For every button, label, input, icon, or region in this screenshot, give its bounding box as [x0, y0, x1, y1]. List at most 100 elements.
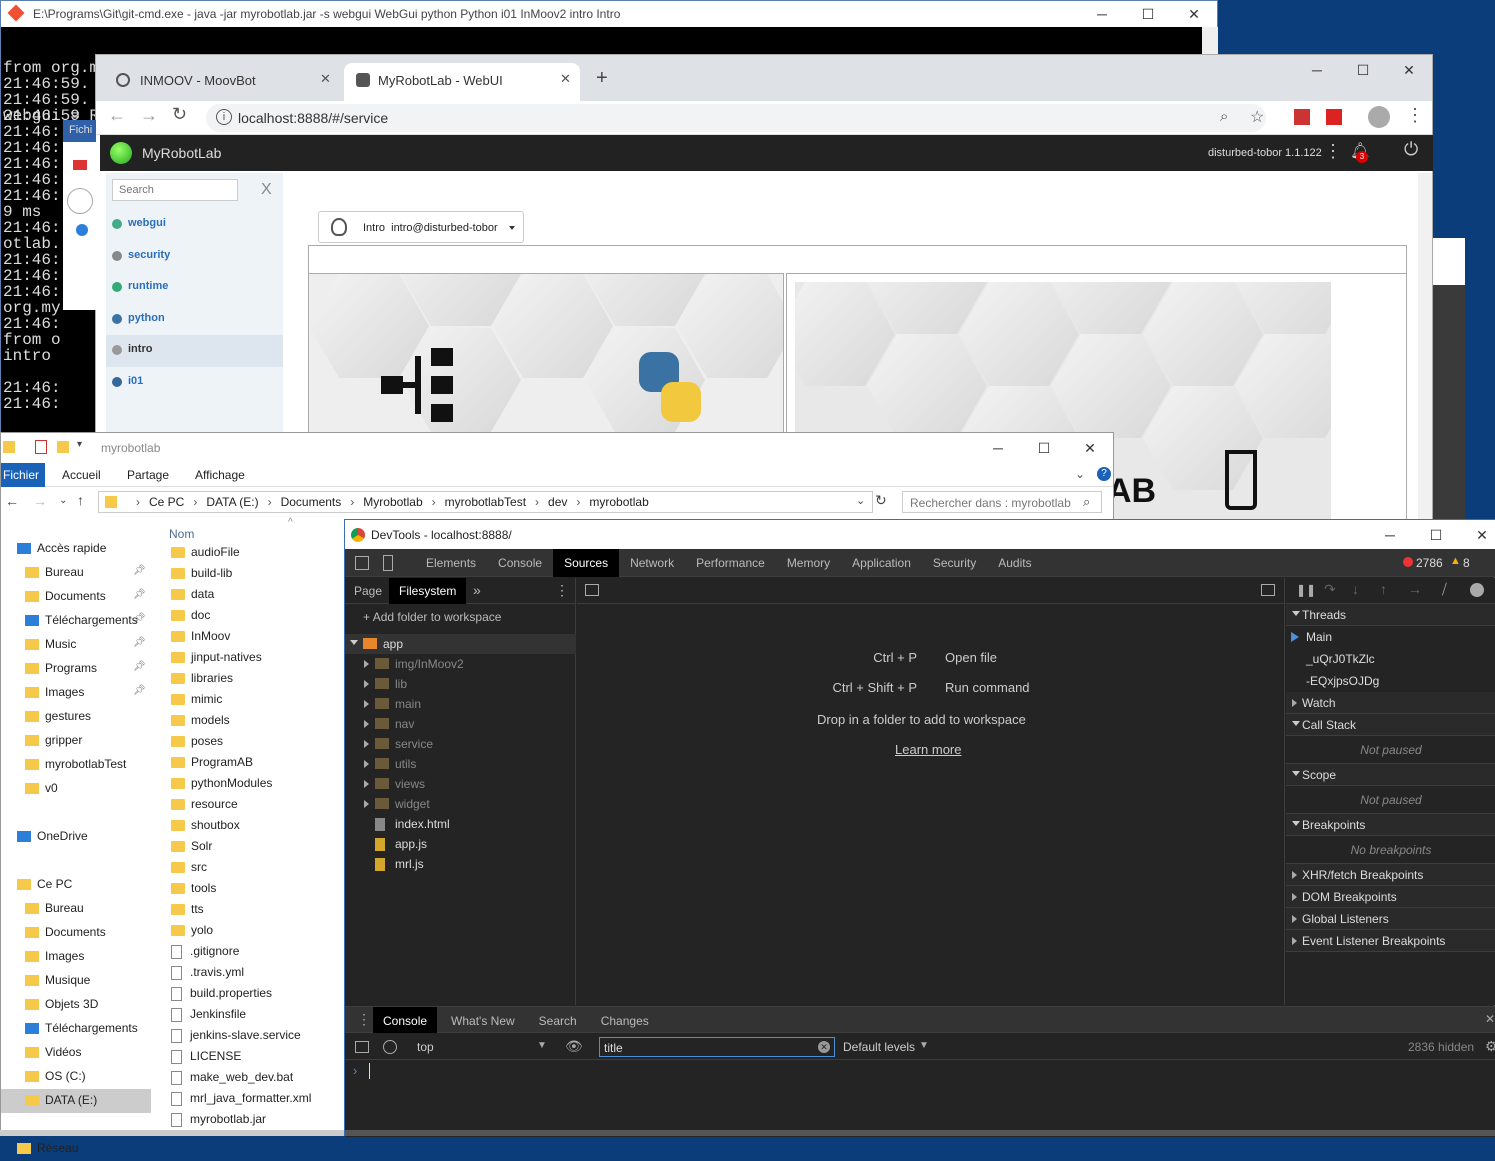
expand-right-icon[interactable]	[1292, 937, 1297, 945]
file-row[interactable]: pythonModules	[171, 776, 346, 797]
tree-item[interactable]: img/InMoov2	[345, 654, 576, 674]
pin-icon[interactable]: 📌︎	[133, 661, 146, 672]
cmd-titlebar[interactable]: E:\Programs\Git\git-cmd.exe - java -jar …	[1, 1, 1217, 27]
expand-down-icon[interactable]	[1292, 611, 1300, 616]
chevron-right-icon[interactable]: ›	[350, 495, 354, 509]
reload-icon[interactable]: ↻	[172, 104, 187, 125]
expand-down-icon[interactable]	[1292, 771, 1300, 776]
sidebar-section[interactable]: DOM Breakpoints	[1286, 886, 1495, 908]
info-icon[interactable]: i	[216, 109, 232, 125]
explorer-search[interactable]: Rechercher dans : myrobotlab ⌕	[902, 491, 1102, 513]
step-over-icon[interactable]: ↷	[1324, 581, 1336, 598]
expand-right-icon[interactable]	[1292, 893, 1297, 901]
pin-icon[interactable]: 📌︎	[133, 613, 146, 624]
file-row[interactable]: .travis.yml	[171, 965, 346, 986]
breadcrumb-item[interactable]: Documents	[281, 495, 342, 509]
file-row[interactable]: models	[171, 713, 346, 734]
expand-right-icon[interactable]	[1292, 871, 1297, 879]
thread-item[interactable]: Main	[1286, 626, 1495, 648]
file-row[interactable]: tts	[171, 902, 346, 923]
add-folder-button[interactable]: + Add folder to workspace	[363, 610, 501, 624]
file-row[interactable]: LICENSE	[171, 1049, 346, 1070]
close-button[interactable]: ✕	[1171, 1, 1217, 27]
recent-dropdown-icon[interactable]: ⌄	[59, 495, 67, 506]
maximize-button[interactable]: ☐	[1125, 1, 1171, 27]
nav-item[interactable]: Vidéos	[1, 1041, 151, 1065]
file-row[interactable]: shoutbox	[171, 818, 346, 839]
tree-item[interactable]: main	[345, 694, 576, 714]
breadcrumb-item[interactable]: myrobotlabTest	[445, 495, 526, 509]
thread-item[interactable]: -EQxjpsOJDg	[1286, 670, 1495, 692]
pin-icon[interactable]: 📌︎	[133, 589, 146, 600]
nav-item[interactable]: DATA (E:)	[1, 1089, 151, 1113]
deactivate-breakpoints-icon[interactable]: ⧸	[1442, 581, 1447, 598]
minimize-button[interactable]: ─	[1079, 1, 1125, 27]
thread-item[interactable]: _uQrJ0TkZlc	[1286, 648, 1495, 670]
column-header-name[interactable]: Nom	[169, 527, 194, 541]
tree-item[interactable]: app	[345, 634, 576, 654]
expand-right-icon[interactable]	[364, 700, 369, 708]
toggle-navigator-icon[interactable]	[585, 584, 599, 596]
new-tab-button[interactable]: +	[596, 67, 608, 90]
settings-icon[interactable]: ⚙	[1485, 1038, 1495, 1055]
sidebar-section[interactable]: Watch	[1286, 692, 1495, 714]
clear-console-icon[interactable]	[383, 1040, 397, 1054]
nav-item[interactable]: Objets 3D	[1, 993, 151, 1017]
back-icon[interactable]: ←	[5, 493, 19, 509]
nav-item[interactable]: Images 📌︎	[1, 681, 151, 705]
tree-item[interactable]: mrl.js	[345, 854, 576, 874]
pause-icon[interactable]: ❚❚	[1296, 583, 1316, 597]
nav-item[interactable]: myrobotlabTest	[1, 753, 151, 777]
inspect-icon[interactable]	[355, 556, 369, 570]
service-item-python[interactable]: python	[106, 304, 283, 336]
power-icon[interactable]: ⏻	[1404, 139, 1418, 160]
breadcrumb-dropdown-icon[interactable]: ⌄	[856, 494, 865, 507]
star-icon[interactable]: ☆	[1250, 107, 1264, 127]
ribbon-tab-partage[interactable]: Partage	[127, 468, 169, 482]
devtools-tab-audits[interactable]: Audits	[987, 549, 1042, 577]
warning-count[interactable]: 8	[1463, 556, 1470, 570]
chevron-right-icon[interactable]: ›	[535, 495, 539, 509]
file-row[interactable]: resource	[171, 797, 346, 818]
console-filter-input[interactable]: title ✕	[599, 1037, 835, 1057]
drawer-tab[interactable]: What's New	[441, 1007, 525, 1033]
expand-right-icon[interactable]	[364, 800, 369, 808]
learn-more-link[interactable]: Learn more	[895, 742, 961, 757]
console-sidebar-icon[interactable]	[355, 1041, 369, 1053]
menu-icon[interactable]: ⋮	[1406, 105, 1424, 126]
context-dropdown-icon[interactable]: ▼	[537, 1040, 547, 1051]
nav-menu-icon[interactable]: ⋮	[555, 582, 569, 599]
pause-on-exceptions-icon[interactable]	[1470, 583, 1484, 597]
chevron-right-icon[interactable]: ›	[193, 495, 197, 509]
expand-right-icon[interactable]	[364, 660, 369, 668]
file-row[interactable]: mrl_java_formatter.xml	[171, 1091, 346, 1112]
mrl-menu-icon[interactable]: ⋮	[1324, 141, 1342, 162]
search-clear-button[interactable]: X	[261, 181, 272, 199]
nav-item[interactable]: Téléchargements	[1, 1017, 151, 1041]
maximize-button[interactable]: ☐	[1340, 57, 1386, 83]
close-button[interactable]: ✕	[1067, 435, 1113, 461]
log-levels-select[interactable]: Default levels	[843, 1040, 915, 1054]
drawer-menu-icon[interactable]: ⋮	[357, 1011, 371, 1028]
sidebar-section[interactable]: Global Listeners	[1286, 908, 1495, 930]
drawer-tab[interactable]: Console	[373, 1007, 438, 1033]
file-row[interactable]: poses	[171, 734, 346, 755]
pin-icon[interactable]: 📌︎	[133, 637, 146, 648]
expand-right-icon[interactable]	[364, 680, 369, 688]
tab-webui[interactable]: MyRobotLab - WebUI ✕	[344, 63, 580, 101]
toggle-debugger-icon[interactable]	[1261, 584, 1275, 596]
step-into-icon[interactable]: ↓	[1352, 581, 1359, 597]
nav-item[interactable]: Bureau 📌︎	[1, 561, 151, 585]
chevron-right-icon[interactable]: ›	[136, 495, 140, 509]
search-input[interactable]	[112, 179, 238, 201]
devtools-tab-performance[interactable]: Performance	[685, 549, 776, 577]
service-selector[interactable]: Intro intro@disturbed-tobor	[318, 211, 524, 243]
sidebar-section[interactable]: Scope	[1286, 764, 1495, 786]
url-text[interactable]: localhost:8888/#/service	[238, 110, 388, 126]
tree-item[interactable]: nav	[345, 714, 576, 734]
ribbon-tab-fichier[interactable]: Fichier	[1, 463, 45, 487]
drawer-tab[interactable]: Changes	[591, 1007, 659, 1033]
more-tabs-icon[interactable]: »	[473, 582, 481, 598]
sidebar-section[interactable]: Breakpoints	[1286, 814, 1495, 836]
service-item-i01[interactable]: i01	[106, 367, 283, 399]
